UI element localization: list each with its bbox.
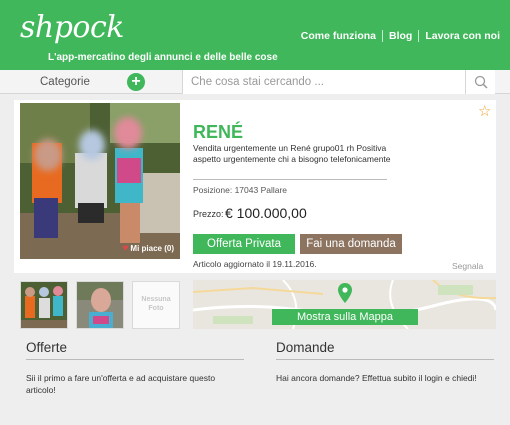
plus-circle-icon[interactable]: + bbox=[127, 73, 145, 91]
categories-dropdown[interactable]: Categorie bbox=[40, 76, 90, 88]
star-outline-icon[interactable]: ☆ bbox=[478, 104, 491, 119]
report-link[interactable]: Segnala bbox=[452, 261, 483, 271]
search-bar: Categorie + bbox=[0, 70, 510, 94]
offers-heading: Offerte bbox=[26, 340, 244, 360]
likes-badge[interactable]: ♥ Mi piace (0) bbox=[122, 243, 174, 254]
nav-come-funziona[interactable]: Come funziona bbox=[301, 30, 376, 42]
listing-description: Vendita urgentemente un René grupo01 rh … bbox=[193, 143, 391, 164]
heart-icon: ♥ bbox=[122, 243, 129, 254]
nav-lavora-con-noi[interactable]: Lavora con noi bbox=[425, 30, 500, 42]
top-nav: Come funziona Blog Lavora con noi bbox=[301, 30, 500, 42]
site-header: shpock L'app-mercatino degli annunci e d… bbox=[0, 0, 510, 70]
likes-label: Mi piace (0) bbox=[130, 244, 174, 253]
thumbnail-photo bbox=[77, 282, 123, 328]
search-input[interactable] bbox=[182, 70, 465, 94]
ask-question-button[interactable]: Fai una domanda bbox=[300, 234, 402, 254]
price-value: € 100.000,00 bbox=[225, 205, 307, 221]
questions-heading: Domande bbox=[276, 340, 494, 360]
updated-date: Articolo aggiornato il 19.11.2016. bbox=[193, 259, 317, 269]
no-photo-text: Nessuna Foto bbox=[141, 296, 171, 312]
photo-illustration bbox=[20, 103, 180, 259]
thumbnail-3[interactable]: Nessuna Foto bbox=[132, 281, 180, 329]
tagline: L'app-mercatino degli annunci e delle be… bbox=[48, 52, 278, 63]
listing-title: RENÉ bbox=[193, 122, 244, 142]
questions-section: Domande Hai ancora domande? Effettua sub… bbox=[276, 340, 494, 425]
nav-divider bbox=[381, 30, 383, 42]
shpock-logo[interactable]: shpock bbox=[20, 10, 124, 45]
thumbnail-photo bbox=[21, 282, 67, 328]
offers-section: Offerte Sii il primo a fare un'offerta e… bbox=[26, 340, 244, 425]
private-offer-button[interactable]: Offerta Privata bbox=[193, 234, 295, 254]
listing-location: Posizione: 17043 Pallare bbox=[193, 185, 288, 195]
thumbnail-2[interactable] bbox=[76, 281, 124, 329]
map-pin-icon bbox=[338, 283, 352, 303]
nav-divider bbox=[418, 30, 420, 42]
divider bbox=[193, 179, 387, 180]
search-button[interactable] bbox=[465, 70, 495, 94]
location-map[interactable]: Mostra sulla Mappa bbox=[193, 280, 496, 329]
nav-blog[interactable]: Blog bbox=[389, 30, 412, 42]
show-map-button[interactable]: Mostra sulla Mappa bbox=[272, 309, 418, 325]
questions-text: Hai ancora domande? Effettua subito il l… bbox=[276, 373, 477, 383]
magnifier-icon bbox=[474, 75, 488, 89]
listing-main-photo[interactable]: ♥ Mi piace (0) bbox=[20, 103, 180, 259]
offers-text: Sii il primo a fare un'offerta e ad acqu… bbox=[26, 373, 216, 395]
price-label: Prezzo: bbox=[193, 209, 224, 219]
thumbnail-1[interactable] bbox=[20, 281, 68, 329]
